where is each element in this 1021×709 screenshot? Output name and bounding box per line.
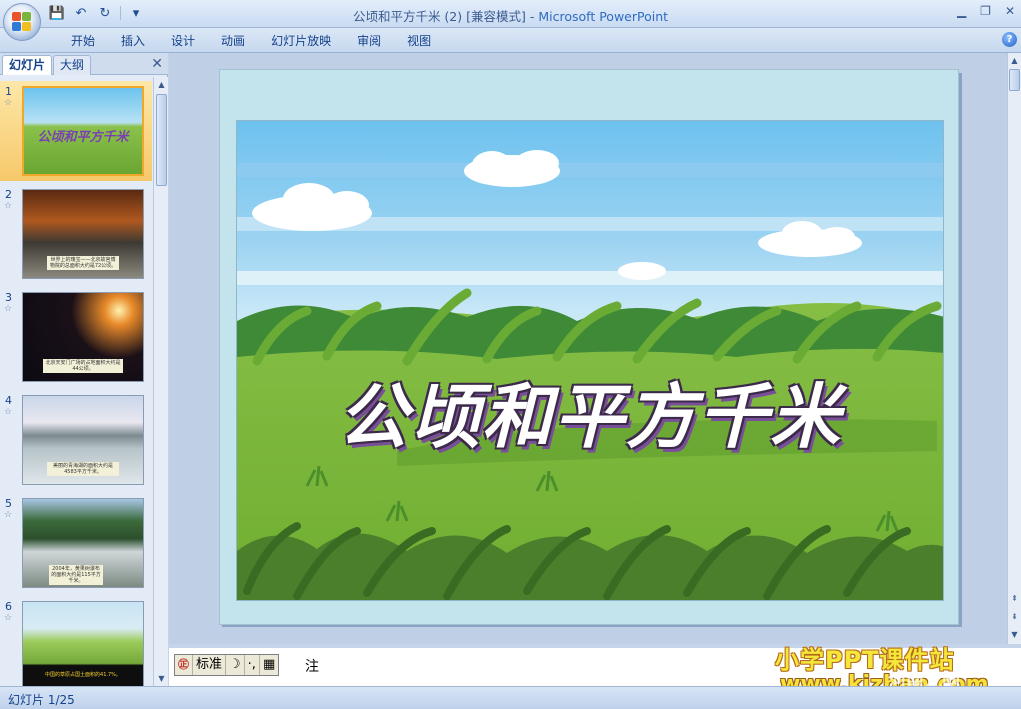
slide-thumbnail-3[interactable]: 3 ☆ 北京天安门广场的占地面积大约是44公顷。 bbox=[0, 287, 152, 387]
slide-editor: 公顷和平方千米 bbox=[169, 53, 1007, 644]
ime-toolbar: ㊣ 标准 ☽ ·, ▦ bbox=[174, 654, 280, 676]
keyboard-icon[interactable]: ▦ bbox=[260, 655, 278, 675]
restore-icon[interactable]: ❐ bbox=[980, 4, 991, 18]
thumbnail-caption: 中国的草原占国土面积的41.7%。 bbox=[45, 672, 121, 678]
tab-slides[interactable]: 幻灯片 bbox=[2, 55, 53, 75]
slide-thumbnail-5[interactable]: 5 ☆ 2004年，黄果树瀑布的面积大约是115平方千米。 bbox=[0, 493, 152, 593]
previous-slide-icon[interactable]: ⇞ bbox=[1008, 591, 1021, 606]
slide-title[interactable]: 公顷和平方千米 bbox=[237, 361, 943, 462]
thumbnail-scrollbar[interactable]: ▲ ▼ bbox=[153, 77, 168, 686]
scroll-up-icon[interactable]: ▲ bbox=[154, 77, 169, 92]
ime-logo-icon[interactable]: ㊣ bbox=[175, 655, 193, 675]
app-name: Microsoft PowerPoint bbox=[538, 9, 669, 24]
slide-number: 4 bbox=[5, 394, 12, 407]
animation-star-icon: ☆ bbox=[4, 613, 13, 623]
thumbnail-list: 1 ☆ 公顷和平方千米 2 ☆ 世界上的瑰宝——北京故宫博物院的总面积大约是72… bbox=[0, 77, 152, 686]
tab-outline[interactable]: 大纲 bbox=[53, 55, 92, 75]
tab-insert[interactable]: 插入 bbox=[108, 32, 158, 50]
slide-number: 5 bbox=[5, 497, 12, 510]
slide-thumbnail-6[interactable]: 6 ☆ 中国的草原占国土面积的41.7%。 bbox=[0, 596, 152, 686]
moon-icon[interactable]: ☽ bbox=[226, 655, 245, 675]
tab-animations[interactable]: 动画 bbox=[208, 32, 258, 50]
scroll-down-icon[interactable]: ▼ bbox=[1008, 627, 1021, 642]
next-slide-icon[interactable]: ⇟ bbox=[1008, 609, 1021, 624]
scroll-up-icon[interactable]: ▲ bbox=[1008, 53, 1021, 68]
panel-tabs: 幻灯片 大纲 ✕ bbox=[0, 53, 168, 75]
tab-design[interactable]: 设计 bbox=[158, 32, 208, 50]
title-bar: 💾 ↶ ↻ ▾ 公顷和平方千米 (2) [兼容模式] - Microsoft P… bbox=[0, 0, 1021, 28]
animation-star-icon: ☆ bbox=[4, 407, 13, 417]
slide-preview: 世界上的瑰宝——北京故宫博物院的总面积大约是72公顷。 bbox=[22, 189, 144, 279]
ime-mode-button[interactable]: 标准 bbox=[193, 655, 227, 675]
slide-background-image: 公顷和平方千米 bbox=[236, 120, 944, 601]
scroll-thumb[interactable] bbox=[156, 94, 167, 186]
slide-thumbnail-2[interactable]: 2 ☆ 世界上的瑰宝——北京故宫博物院的总面积大约是72公顷。 bbox=[0, 184, 152, 284]
slide-preview: 北京天安门广场的占地面积大约是44公顷。 bbox=[22, 292, 144, 382]
current-slide[interactable]: 公顷和平方千米 bbox=[219, 69, 959, 625]
slide-preview: 2004年，黄果树瀑布的面积大约是115平方千米。 bbox=[22, 498, 144, 588]
scroll-down-icon[interactable]: ▼ bbox=[154, 671, 169, 686]
tab-view[interactable]: 视图 bbox=[394, 32, 444, 50]
animation-star-icon: ☆ bbox=[4, 201, 13, 211]
slide-number: 2 bbox=[5, 188, 12, 201]
tab-home[interactable]: 开始 bbox=[58, 32, 108, 50]
slide-counter: 幻灯片 1/25 bbox=[8, 693, 75, 707]
minimize-icon[interactable]: ▁ bbox=[957, 4, 966, 18]
window-title: 公顷和平方千米 (2) [兼容模式] - Microsoft PowerPoin… bbox=[0, 6, 1021, 25]
slide-number: 6 bbox=[5, 600, 12, 613]
tab-slideshow[interactable]: 幻灯片放映 bbox=[258, 32, 344, 50]
thumbnail-caption: 世界上的瑰宝——北京故宫博物院的总面积大约是72公顷。 bbox=[47, 256, 119, 270]
close-icon[interactable]: ✕ bbox=[151, 56, 163, 72]
window-controls: ▁ ❐ ✕ bbox=[957, 4, 1015, 18]
thumbnail-caption: 2004年，黄果树瀑布的面积大约是115平方千米。 bbox=[49, 565, 103, 585]
ribbon: 开始 插入 设计 动画 幻灯片放映 审阅 视图 ? bbox=[0, 28, 1021, 53]
cloud bbox=[464, 150, 560, 187]
cloud bbox=[618, 262, 666, 280]
tab-review[interactable]: 审阅 bbox=[344, 32, 394, 50]
help-icon[interactable]: ? bbox=[1002, 32, 1017, 47]
thumbnail-caption: 北京天安门广场的占地面积大约是44公顷。 bbox=[43, 359, 123, 373]
slide-preview: 美丽的青海湖的面积大约是4583平方千米。 bbox=[22, 395, 144, 485]
notes-text[interactable]: 注 bbox=[305, 656, 319, 676]
office-button[interactable] bbox=[3, 3, 41, 41]
slide-number: 1 bbox=[5, 85, 12, 98]
close-window-icon[interactable]: ✕ bbox=[1005, 4, 1015, 18]
title-separator: - bbox=[525, 9, 539, 24]
slide-preview: 公顷和平方千米 bbox=[22, 86, 144, 176]
document-title: 公顷和平方千米 (2) [兼容模式] bbox=[352, 9, 526, 24]
slides-panel: 幻灯片 大纲 ✕ 1 ☆ 公顷和平方千米 2 ☆ 世界上的瑰宝——北京故宫博物院… bbox=[0, 53, 168, 686]
animation-star-icon: ☆ bbox=[4, 304, 13, 314]
animation-star-icon: ☆ bbox=[4, 98, 13, 108]
punctuation-icon[interactable]: ·, bbox=[245, 655, 260, 675]
animation-star-icon: ☆ bbox=[4, 510, 13, 520]
slide-number: 3 bbox=[5, 291, 12, 304]
thumbnail-caption: 美丽的青海湖的面积大约是4583平方千米。 bbox=[47, 462, 119, 476]
ribbon-tabs: 开始 插入 设计 动画 幻灯片放映 审阅 视图 bbox=[58, 32, 444, 50]
scroll-thumb[interactable] bbox=[1009, 69, 1020, 91]
thumbnail-title: 公顷和平方千米 bbox=[37, 130, 129, 145]
slide-thumbnail-1[interactable]: 1 ☆ 公顷和平方千米 bbox=[0, 81, 152, 181]
office-logo-icon bbox=[12, 12, 32, 32]
status-bar: 幻灯片 1/25 bbox=[0, 686, 1021, 709]
editor-scrollbar[interactable]: ▲ ⇞ ⇟ ▼ bbox=[1007, 53, 1021, 644]
slide-thumbnail-4[interactable]: 4 ☆ 美丽的青海湖的面积大约是4583平方千米。 bbox=[0, 390, 152, 490]
slide-preview: 中国的草原占国土面积的41.7%。 bbox=[22, 601, 144, 686]
